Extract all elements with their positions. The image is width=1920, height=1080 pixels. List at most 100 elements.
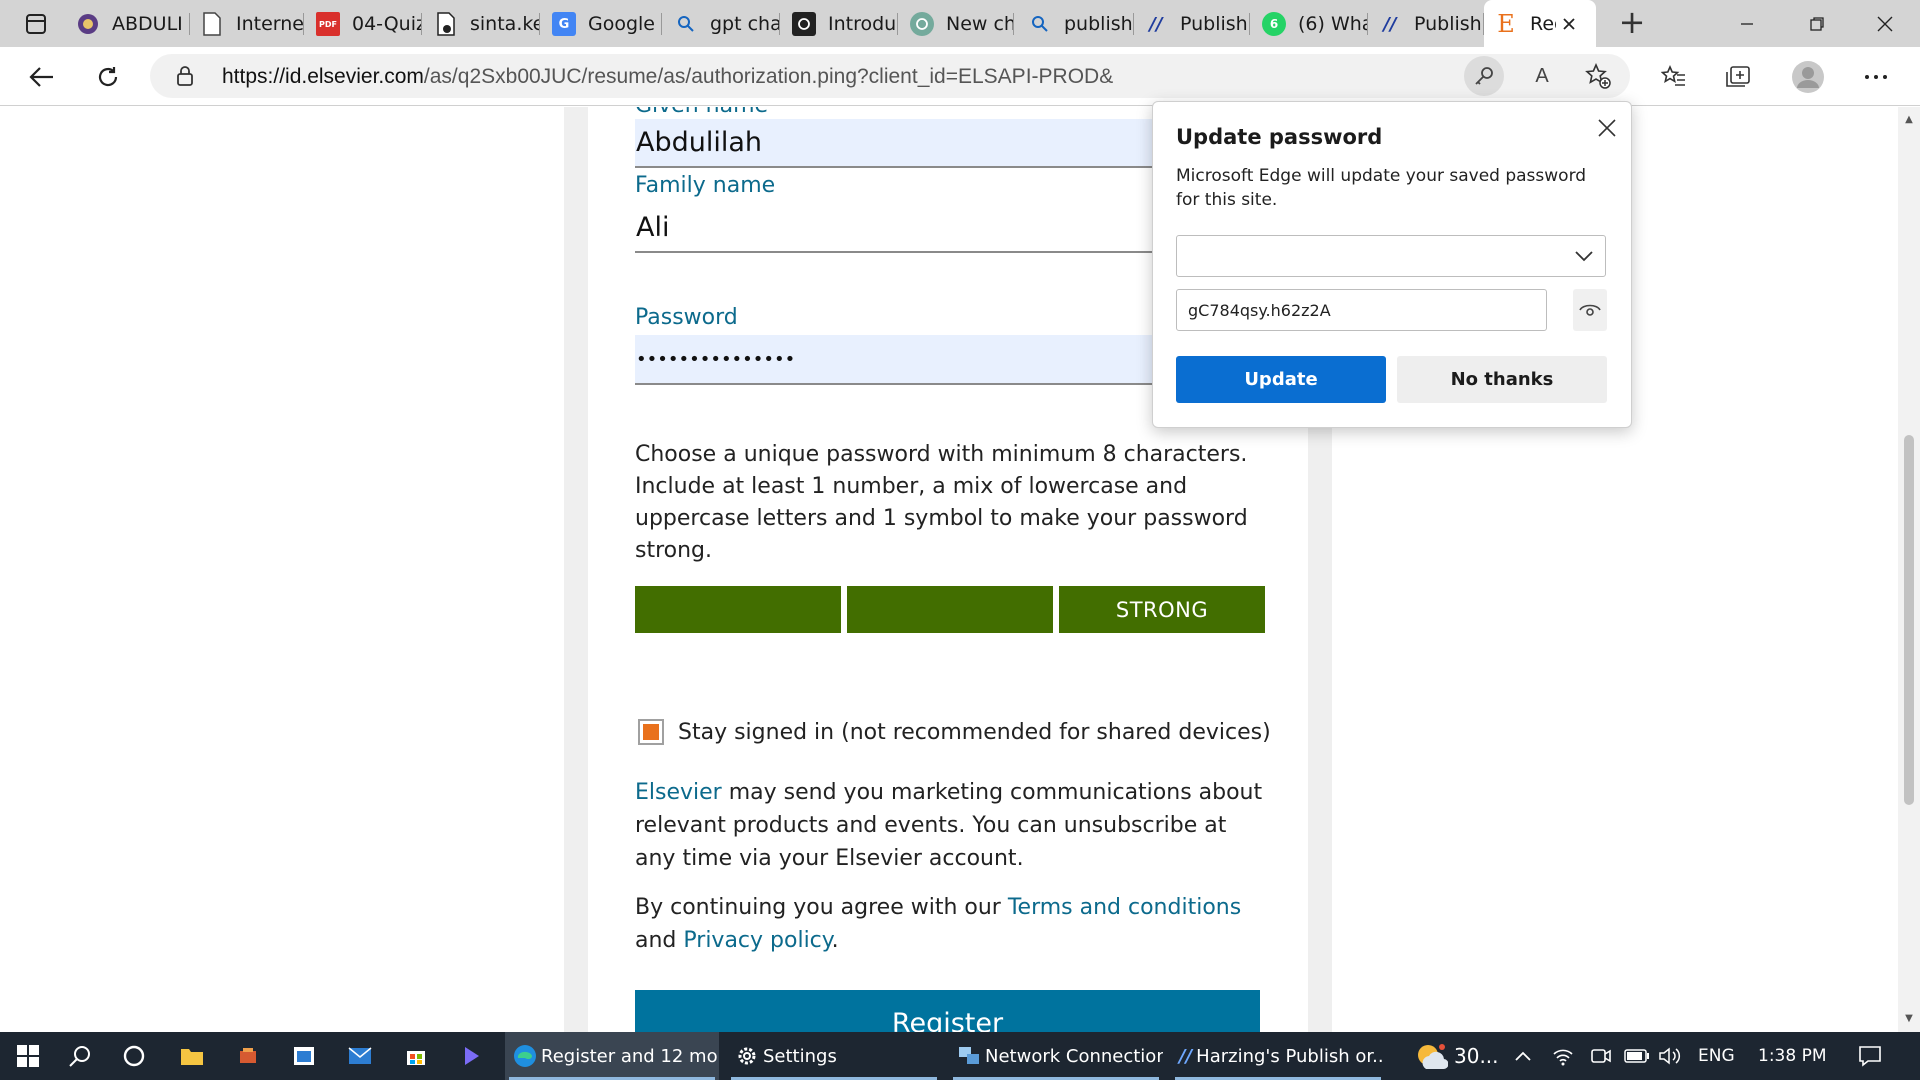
camera-icon bbox=[1591, 1049, 1611, 1063]
tab-actions-button[interactable] bbox=[14, 10, 58, 38]
close-tab-icon[interactable] bbox=[1562, 17, 1576, 31]
mail-button[interactable] bbox=[338, 1038, 382, 1074]
terms-prefix: By continuing you agree with our bbox=[635, 895, 1008, 920]
terms-and: and bbox=[635, 928, 677, 953]
file-explorer-button[interactable] bbox=[170, 1038, 214, 1074]
stay-signed-in-checkbox[interactable] bbox=[638, 719, 664, 745]
taskbar-app-settings[interactable]: Settings bbox=[727, 1032, 941, 1080]
tab-new-chat[interactable]: New ch bbox=[910, 7, 1014, 41]
vertical-scrollbar[interactable]: ▲ ▼ bbox=[1898, 107, 1920, 1032]
tab-sinta[interactable]: sinta.ke bbox=[434, 7, 540, 41]
weather-temp: 30... bbox=[1454, 1044, 1499, 1068]
username-select[interactable] bbox=[1176, 235, 1606, 277]
password-value: ••••••••••••••• bbox=[636, 348, 796, 370]
refresh-button[interactable] bbox=[88, 57, 128, 97]
tab-publish-1[interactable]: // Publish bbox=[1144, 7, 1250, 41]
volume-button[interactable] bbox=[1658, 1032, 1682, 1080]
search-icon bbox=[69, 1046, 90, 1067]
lock-icon[interactable] bbox=[176, 65, 194, 91]
favorites-icon bbox=[1661, 65, 1685, 86]
dialog-close-button[interactable] bbox=[1590, 111, 1624, 145]
clock-time: 1:38 PM bbox=[1758, 1046, 1827, 1066]
tab-internet[interactable]: Internet bbox=[200, 7, 304, 41]
app-button[interactable] bbox=[282, 1038, 326, 1074]
taskbar-app-edge[interactable]: Register and 12 mo... bbox=[505, 1032, 719, 1080]
elsevier-link[interactable]: Elsevier bbox=[635, 780, 722, 805]
back-button[interactable] bbox=[22, 57, 62, 97]
speaker-icon bbox=[1659, 1047, 1681, 1065]
update-password-dialog: Update password Microsoft Edge will upda… bbox=[1152, 101, 1632, 428]
start-button[interactable] bbox=[6, 1038, 50, 1074]
checkbox-checked-mark bbox=[643, 724, 659, 740]
tab-label: 04-Quiz bbox=[352, 13, 422, 35]
scroll-down-arrow-icon[interactable]: ▼ bbox=[1898, 1008, 1920, 1030]
new-tab-button[interactable]: + bbox=[1614, 6, 1650, 42]
notifications-button[interactable] bbox=[1858, 1032, 1882, 1080]
clock-button[interactable]: 1:38 PM bbox=[1758, 1032, 1827, 1080]
family-name-value: Ali bbox=[636, 211, 670, 243]
update-button[interactable]: Update bbox=[1176, 356, 1386, 403]
tab-publish-2[interactable]: // Publish bbox=[1378, 7, 1484, 41]
more-icon bbox=[1865, 75, 1887, 79]
search-button[interactable] bbox=[58, 1038, 102, 1074]
scrollbar-thumb[interactable] bbox=[1904, 435, 1914, 805]
tab-actions-icon bbox=[26, 14, 46, 34]
tab-label: gpt cha bbox=[710, 13, 780, 35]
input-language-button[interactable]: ENG bbox=[1698, 1032, 1735, 1080]
restore-button[interactable] bbox=[1782, 0, 1852, 47]
tab-publish-search[interactable]: publish bbox=[1028, 7, 1134, 41]
tab-google[interactable]: G Google bbox=[552, 7, 662, 41]
register-button[interactable]: Register bbox=[635, 990, 1260, 1032]
show-password-button[interactable] bbox=[1573, 289, 1607, 331]
profile-button[interactable] bbox=[1788, 57, 1828, 97]
terms-link[interactable]: Terms and conditions bbox=[1008, 895, 1241, 920]
windows-logo-icon bbox=[17, 1045, 39, 1067]
tab-gpt-chat[interactable]: gpt cha bbox=[674, 7, 780, 41]
tab-strip: ABDULI Internet PDF 04-Quiz sinta.ke G G… bbox=[0, 0, 1920, 47]
cortana-button[interactable] bbox=[112, 1038, 156, 1074]
collections-icon bbox=[1726, 66, 1750, 87]
password-strength-meter: STRONG bbox=[635, 586, 1265, 633]
collections-button[interactable] bbox=[1718, 57, 1758, 97]
stay-signed-in-label[interactable]: Stay signed in (not recommended for shar… bbox=[678, 717, 1278, 749]
url-path: /as/q2Sxb00JUC/resume/as/authorization.p… bbox=[423, 65, 1114, 88]
address-bar[interactable]: https://id.elsevier.com/as/q2Sxb00JUC/re… bbox=[150, 54, 1630, 98]
weather-widget[interactable]: 30... bbox=[1414, 1032, 1499, 1080]
taskbar-app-label: Settings bbox=[763, 1045, 837, 1067]
show-hidden-icons-button[interactable] bbox=[1514, 1032, 1532, 1080]
scroll-up-arrow-icon[interactable]: ▲ bbox=[1898, 109, 1920, 131]
url-text[interactable]: https://id.elsevier.com/as/q2Sxb00JUC/re… bbox=[222, 65, 1113, 89]
store-button[interactable] bbox=[394, 1038, 438, 1074]
university-seal-icon bbox=[76, 12, 100, 36]
taskbar-app-network[interactable]: Network Connections bbox=[949, 1032, 1163, 1080]
tab-whatsapp[interactable]: 6 (6) Wha bbox=[1262, 7, 1368, 41]
no-thanks-button[interactable]: No thanks bbox=[1397, 356, 1607, 403]
add-favorite-button[interactable] bbox=[1578, 56, 1618, 96]
chevron-down-icon bbox=[1575, 251, 1593, 262]
battery-button[interactable] bbox=[1624, 1032, 1650, 1080]
dialog-password-field[interactable]: gC784qsy.h62z2A bbox=[1176, 289, 1547, 331]
tab-introduction[interactable]: Introdu bbox=[792, 7, 898, 41]
meet-now-button[interactable] bbox=[1590, 1032, 1612, 1080]
tab-04-quiz[interactable]: PDF 04-Quiz bbox=[316, 7, 422, 41]
tab-label: Publish bbox=[1414, 13, 1482, 35]
search-icon bbox=[674, 12, 698, 36]
app-button[interactable] bbox=[226, 1038, 270, 1074]
tab-abduli[interactable]: ABDULI bbox=[76, 7, 190, 41]
privacy-link[interactable]: Privacy policy bbox=[683, 928, 831, 953]
favorites-button[interactable] bbox=[1654, 57, 1694, 97]
tab-register-active[interactable]: E Reg bbox=[1484, 0, 1596, 47]
close-window-button[interactable] bbox=[1850, 0, 1920, 47]
taskbar-app-publish-or-perish[interactable]: // Harzing's Publish or... bbox=[1171, 1032, 1385, 1080]
minimize-button[interactable] bbox=[1712, 0, 1782, 47]
google-translate-icon: G bbox=[552, 12, 576, 36]
chevron-up-icon bbox=[1515, 1051, 1531, 1061]
settings-more-button[interactable] bbox=[1856, 57, 1896, 97]
password-key-button[interactable] bbox=[1464, 56, 1504, 96]
edge-icon bbox=[513, 1044, 537, 1068]
taskbar-app-label: Harzing's Publish or... bbox=[1196, 1045, 1385, 1067]
elsevier-icon: E bbox=[1497, 9, 1515, 38]
app-button[interactable] bbox=[450, 1038, 494, 1074]
wifi-button[interactable] bbox=[1552, 1032, 1574, 1080]
read-aloud-button[interactable]: A bbox=[1522, 56, 1562, 96]
